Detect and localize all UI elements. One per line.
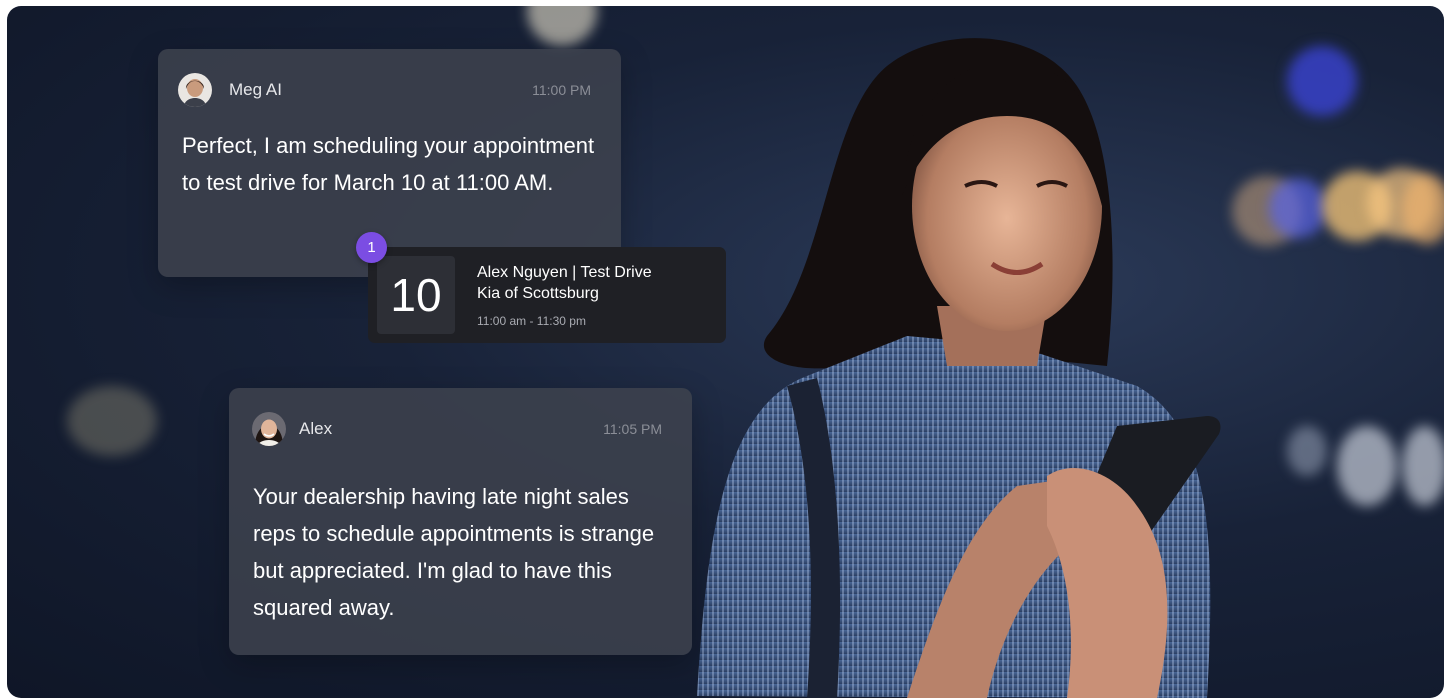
sender: Alex [252,412,332,446]
sender-name: Meg AI [229,80,282,99]
message-header: Alex 11:05 PM [252,412,662,446]
message-card-alex: Alex 11:05 PM Your dealership having lat… [229,388,692,655]
avatar-alex [252,412,286,446]
appointment-location: Kia of Scottsburg [477,285,599,302]
sender-name: Alex [299,419,333,438]
appointment-time: 11:00 am - 11:30 pm [477,314,586,328]
notification-badge: 1 [356,232,387,263]
avatar-meg [178,73,212,107]
appointment-card[interactable]: 10 Alex Nguyen | Test Drive Kia of Scott… [368,247,726,343]
appointment-day: 10 [377,256,455,334]
message-timestamp: 11:05 PM [603,421,662,437]
avatar-image [178,73,212,107]
message-timestamp: 11:00 PM [532,82,591,98]
message-card-meg: Meg AI 11:00 PM Perfect, I am scheduling… [158,49,621,277]
avatar-image [252,412,286,446]
message-text: Your dealership having late night sales … [253,484,655,620]
sender: Meg AI [178,73,282,107]
message-text: Perfect, I am scheduling your appointmen… [182,133,595,195]
message-header: Meg AI 11:00 PM [178,73,591,107]
appointment-title: Alex Nguyen | Test Drive [477,264,652,281]
